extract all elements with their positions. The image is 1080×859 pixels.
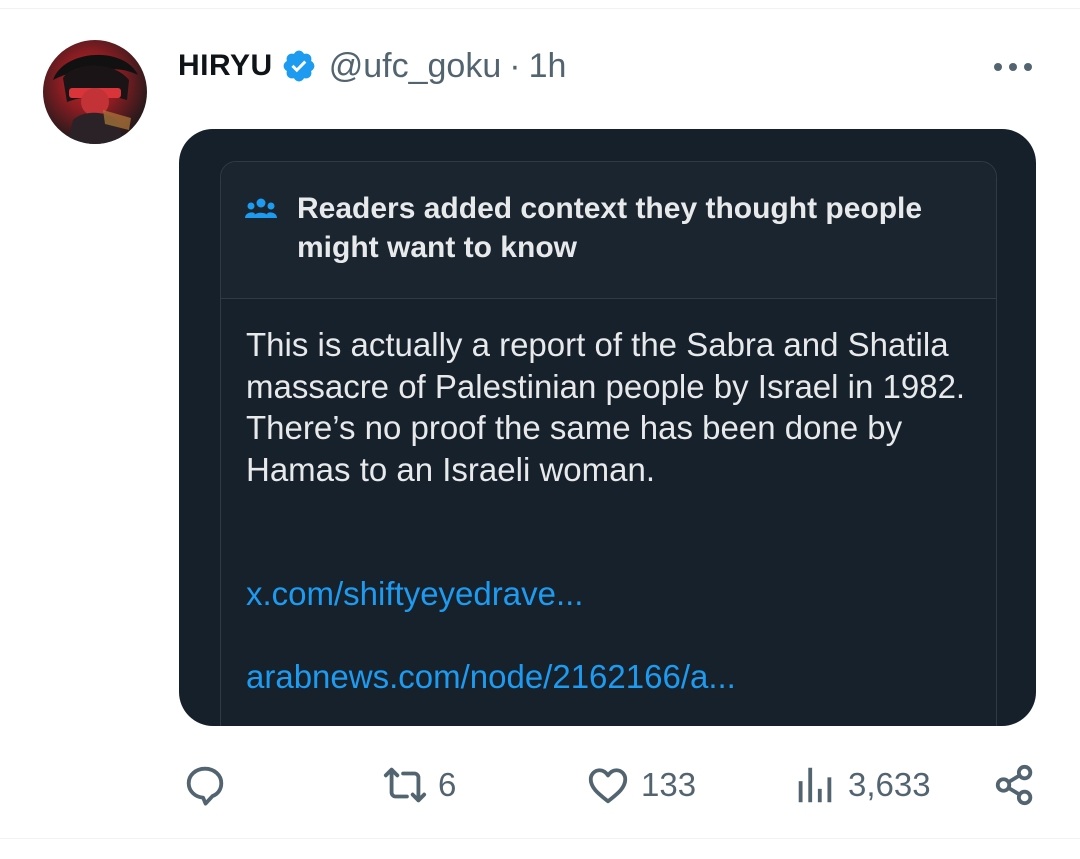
- like-count: 133: [641, 766, 697, 803]
- note-link-1[interactable]: x.com/shiftyeyedrave...: [246, 575, 583, 613]
- share-icon: [995, 764, 1033, 806]
- timestamp[interactable]: 1h: [529, 47, 567, 86]
- bottom-divider: [0, 838, 1080, 839]
- people-icon: [245, 196, 277, 222]
- avatar[interactable]: [43, 40, 147, 144]
- note-text-line-1: This is actually a report of the Sabra a…: [246, 326, 966, 405]
- community-note-title: Readers added context they thought peopl…: [297, 192, 923, 264]
- top-divider: [0, 8, 1080, 9]
- reply-icon: [186, 766, 224, 806]
- note-link-2[interactable]: arabnews.com/node/2162166/a...: [246, 658, 736, 696]
- embedded-image-card[interactable]: Readers added context they thought peopl…: [179, 129, 1036, 726]
- community-note-body: This is actually a report of the Sabra a…: [246, 324, 966, 490]
- note-text-line-2: There’s no proof the same has been done …: [246, 409, 903, 488]
- views-count: 3,633: [848, 766, 931, 803]
- avatar-image: [53, 54, 138, 144]
- views-chart-icon: [798, 767, 832, 803]
- retweet-icon: [383, 767, 427, 803]
- share-button[interactable]: [992, 760, 1038, 810]
- views-button[interactable]: 3,633: [792, 760, 931, 810]
- display-name[interactable]: HIRYU: [178, 49, 273, 83]
- like-button[interactable]: 133: [585, 760, 696, 810]
- verified-badge-icon: [281, 48, 317, 84]
- separator: ·: [509, 46, 521, 85]
- tweet-actions: 6 133 3,633: [0, 760, 1080, 810]
- more-options-icon[interactable]: [990, 54, 1036, 80]
- handle[interactable]: @ufc_goku: [329, 47, 502, 86]
- tweet-header: HIRYU @ufc_goku · 1h: [178, 44, 566, 88]
- retweet-count: 6: [438, 766, 457, 803]
- heart-icon: [588, 768, 628, 804]
- community-note-header: Readers added context they thought peopl…: [221, 162, 996, 299]
- retweet-button[interactable]: 6: [382, 760, 456, 810]
- reply-button[interactable]: [182, 760, 238, 810]
